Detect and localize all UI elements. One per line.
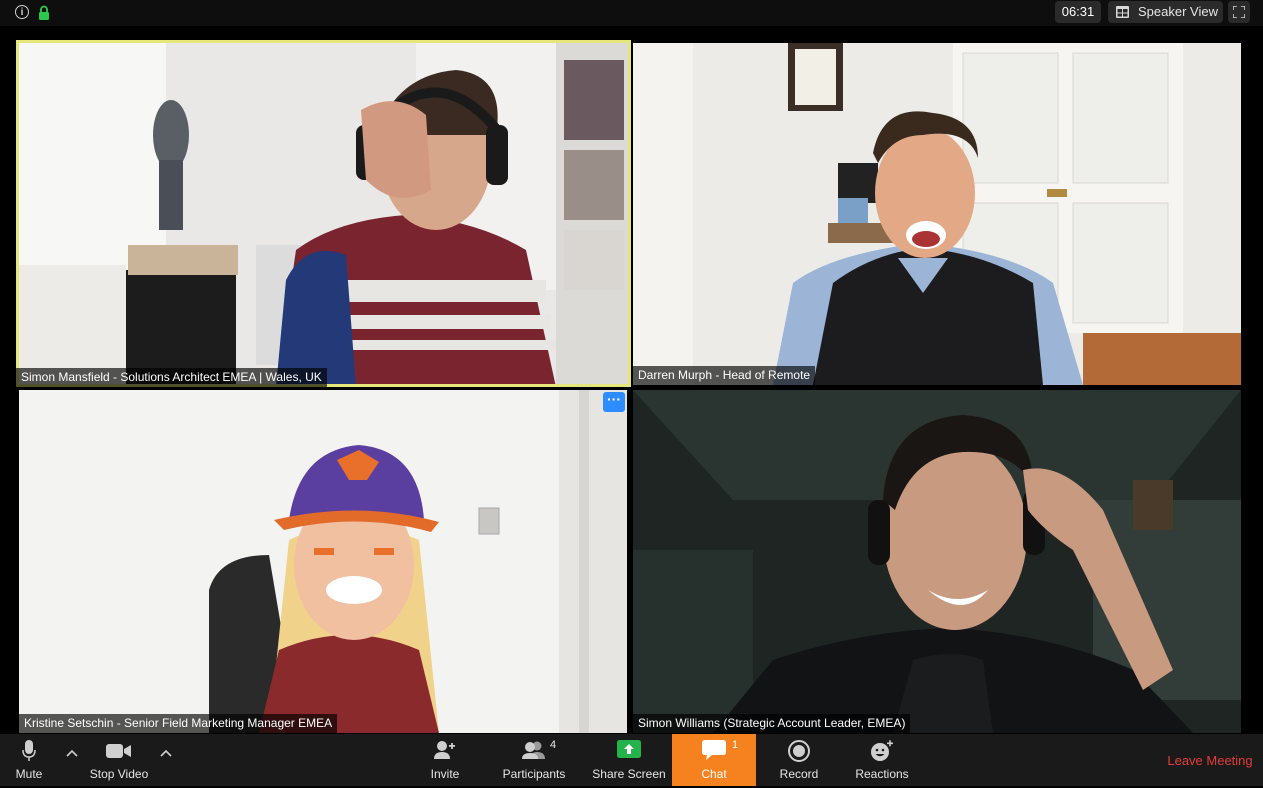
- record-label: Record: [779, 767, 819, 781]
- participant-video: [16, 40, 631, 387]
- participant-video: [19, 390, 627, 733]
- participant-video: [633, 43, 1241, 385]
- fullscreen-icon: [1233, 6, 1245, 18]
- leave-meeting-button[interactable]: Leave Meeting: [1160, 734, 1260, 786]
- participant-name-label: Kristine Setschin - Senior Field Marketi…: [19, 714, 338, 733]
- video-tile[interactable]: Simon Williams (Strategic Account Leader…: [633, 390, 1241, 733]
- add-user-icon: [434, 741, 455, 759]
- lock-icon[interactable]: [37, 5, 51, 21]
- audio-options-chevron-icon[interactable]: [65, 748, 79, 758]
- chat-button[interactable]: 1 Chat: [672, 734, 756, 786]
- participant-name-label: Simon Mansfield - Solutions Architect EM…: [16, 368, 327, 387]
- video-tile[interactable]: Darren Murph - Head of Remote: [633, 43, 1241, 385]
- invite-button[interactable]: Invite: [420, 734, 470, 786]
- participants-icon: [522, 741, 545, 759]
- participant-name-label: Darren Murph - Head of Remote: [633, 366, 816, 385]
- video-options-chevron-icon[interactable]: [159, 748, 173, 758]
- participant-video: [633, 390, 1241, 733]
- participant-name-label: Simon Williams (Strategic Account Leader…: [633, 714, 911, 733]
- video-tile[interactable]: Simon Mansfield - Solutions Architect EM…: [16, 40, 631, 387]
- record-icon: [788, 740, 810, 762]
- top-bar: i 06:31 Speaker View: [0, 0, 1263, 26]
- share-screen-button[interactable]: Share Screen: [588, 734, 670, 786]
- invite-label: Invite: [430, 767, 460, 781]
- meeting-timer: 06:31: [1055, 1, 1101, 23]
- mute-button[interactable]: Mute: [4, 734, 54, 786]
- mute-label: Mute: [15, 767, 43, 781]
- microphone-icon: [22, 740, 36, 761]
- participants-button[interactable]: 4 Participants: [497, 734, 571, 786]
- participants-label: Participants: [502, 767, 566, 781]
- info-icon[interactable]: i: [15, 5, 29, 19]
- meeting-toolbar: Mute Stop Video Invite 4 Participants Sh…: [0, 734, 1263, 786]
- share-screen-label: Share Screen: [592, 767, 666, 781]
- reactions-button[interactable]: Reactions: [850, 734, 914, 786]
- grid-view-icon: [1116, 6, 1129, 18]
- more-options-button[interactable]: ···: [603, 392, 625, 412]
- speaker-view-button[interactable]: Speaker View: [1108, 1, 1223, 23]
- record-button[interactable]: Record: [774, 734, 824, 786]
- video-camera-icon: [106, 744, 131, 758]
- speaker-view-label: Speaker View: [1138, 4, 1218, 19]
- chat-unread-badge: 1: [732, 739, 739, 751]
- chat-label: Chat: [701, 767, 727, 781]
- share-screen-icon: [617, 740, 641, 758]
- chat-icon: [702, 740, 726, 760]
- fullscreen-button[interactable]: [1228, 1, 1250, 23]
- reactions-smiley-icon: [871, 740, 893, 761]
- stop-video-label: Stop Video: [89, 767, 149, 781]
- stop-video-button[interactable]: Stop Video: [84, 734, 154, 786]
- participants-count-badge: 4: [550, 739, 557, 751]
- video-tile[interactable]: ··· Kristine Setschin - Senior Field Mar…: [19, 390, 627, 733]
- reactions-label: Reactions: [855, 767, 909, 781]
